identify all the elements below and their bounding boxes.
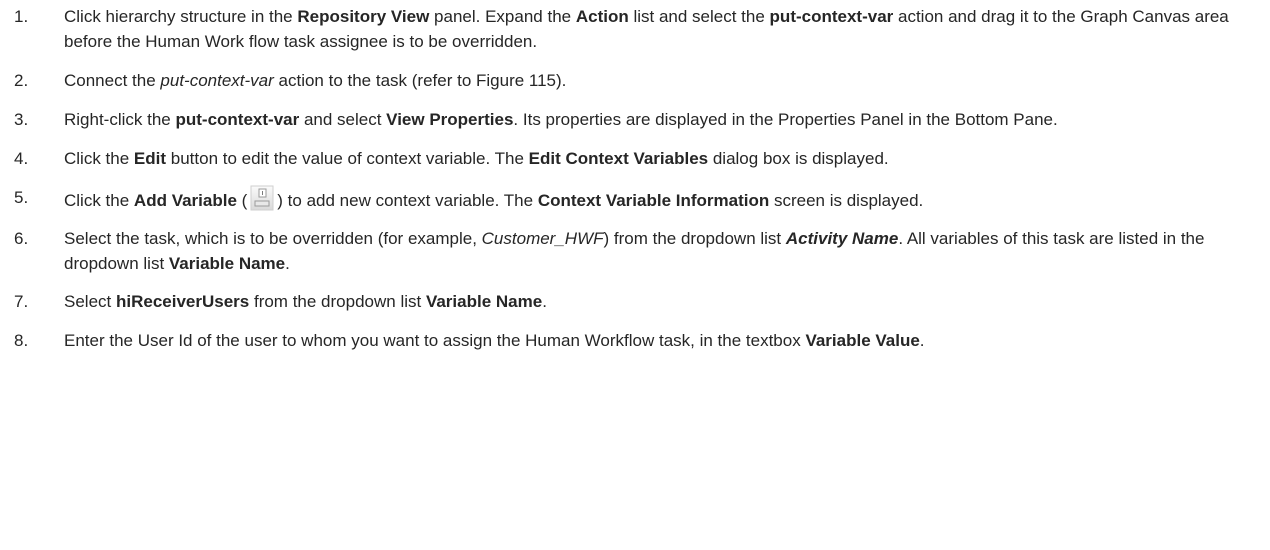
step-text-bold: Repository View — [297, 7, 430, 26]
step-number: 5. — [14, 188, 29, 207]
add-variable-icon — [250, 185, 274, 211]
step-emphasis: Activity Name — [786, 229, 898, 248]
step-text: Select — [64, 292, 116, 311]
step-text: . Its properties are displayed in the Pr… — [513, 110, 1058, 129]
step-text: list and select the — [628, 7, 770, 26]
step-item: 4. Click the Edit button to edit the valu… — [0, 146, 1262, 171]
step-item: 3. Right-click the put-context-var and se… — [0, 107, 1262, 132]
step-text: ) to add new context variable. The — [277, 191, 538, 210]
step-text: Click hierarchy structure in the — [64, 7, 298, 26]
step-item: 6. Select the task, which is to be overri… — [0, 226, 1262, 276]
step-text-bold: put-context-var — [175, 110, 300, 129]
step-text-bold: Context Variable Information — [537, 191, 770, 210]
step-text-bold: put-context-var — [769, 7, 894, 26]
step-number: 7. — [14, 292, 29, 311]
step-text-italic: put-context-var — [160, 71, 274, 90]
step-text: Right-click the — [64, 110, 176, 129]
step-number: 4. — [14, 149, 29, 168]
step-text: Select the task, which is to be overridd… — [64, 229, 482, 248]
step-number: 2. — [14, 71, 29, 90]
step-text: Enter the User Id of the user to whom yo… — [64, 331, 806, 350]
step-text: and select — [299, 110, 387, 129]
step-text-bold-italic: Activity Name — [785, 229, 899, 248]
instruction-steps: 1. Click hierarchy structure in the Repos… — [0, 4, 1262, 367]
step-text-bold: Add Variable — [133, 191, 237, 210]
step-text-bold: Variable Name — [168, 254, 286, 273]
step-text: ) from the dropdown list — [603, 229, 786, 248]
step-item: 7. Select hiReceiverUsers from the dropdo… — [0, 289, 1262, 314]
step-item: 2. Connect the put-context-var action to … — [0, 68, 1262, 93]
step-text-italic: Customer_HWF — [481, 229, 604, 248]
step-item: 8. Enter the User Id of the user to whom … — [0, 328, 1262, 353]
step-text-bold: Edit — [133, 149, 167, 168]
step-text-bold: View Properties — [386, 110, 514, 129]
step-text: Click the — [64, 191, 134, 210]
step-text: button to edit the value of context vari… — [166, 149, 529, 168]
step-text: Click the — [64, 149, 134, 168]
step-text: action to the task (refer to Figure 115)… — [273, 71, 567, 90]
step-text: panel. Expand the — [429, 7, 576, 26]
step-text: ( — [236, 191, 248, 210]
step-text-bold: hiReceiverUsers — [115, 292, 250, 311]
step-text-bold: Variable Value — [805, 331, 920, 350]
step-number: 3. — [14, 110, 29, 129]
step-text: . — [919, 331, 925, 350]
step-number: 6. — [14, 229, 29, 248]
step-item: 5. Click the Add Variable ( ) to add new c… — [0, 185, 1262, 213]
step-text: screen is displayed. — [769, 191, 924, 210]
step-text: dialog box is displayed. — [708, 149, 889, 168]
step-item: 1. Click hierarchy structure in the Repos… — [0, 4, 1262, 54]
step-text-bold: Action — [575, 7, 629, 26]
step-text: Connect the — [64, 71, 161, 90]
step-text: . — [542, 292, 547, 311]
step-text-bold: Edit Context Variables — [528, 149, 709, 168]
step-number: 1. — [14, 7, 29, 26]
step-text: . — [285, 254, 290, 273]
step-text: from the dropdown list — [249, 292, 426, 311]
step-number: 8. — [14, 331, 29, 350]
step-text-bold: Variable Name — [425, 292, 543, 311]
